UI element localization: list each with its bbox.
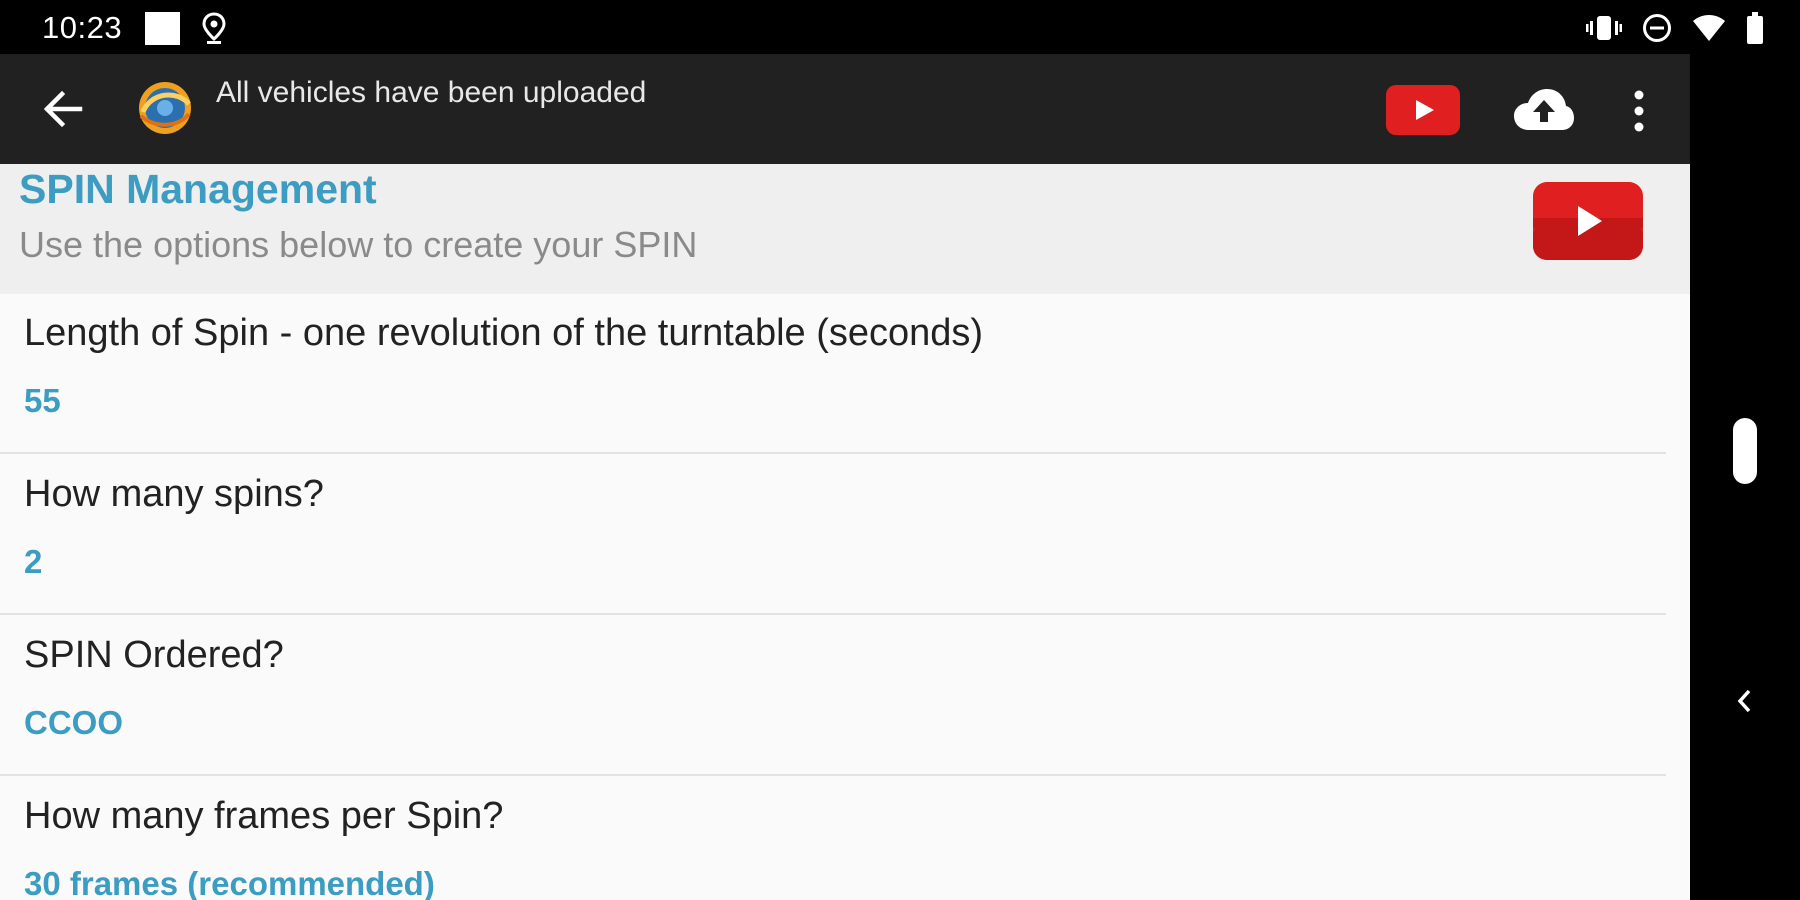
location-pin-icon (202, 12, 226, 44)
android-screen: 10:23 All vehicles have been uploaded SP… (0, 0, 1800, 900)
scrollbar-thumb[interactable] (1733, 418, 1757, 484)
back-arrow-icon[interactable] (38, 84, 88, 134)
vibrate-icon (1586, 16, 1622, 40)
status-icons (1586, 11, 1764, 45)
pref-value: 30 frames (recommended) (24, 865, 435, 900)
pref-title: How many spins? (24, 473, 324, 515)
divider (0, 774, 1666, 776)
pref-title: How many frames per Spin? (24, 795, 504, 837)
app-bar-title: All vehicles have been uploaded (216, 76, 647, 109)
pref-value: 55 (24, 382, 61, 419)
do-not-disturb-icon (1643, 14, 1671, 42)
notification-square-icon (145, 12, 180, 45)
divider (0, 613, 1666, 615)
more-vert-icon[interactable] (1624, 88, 1654, 134)
pref-spin-count[interactable]: How many spins? 2 (0, 455, 1690, 615)
pref-frames-per-spin[interactable]: How many frames per Spin? 30 frames (rec… (0, 777, 1690, 900)
pref-title: Length of Spin - one revolution of the t… (24, 312, 984, 354)
page-subtitle: Use the options below to create your SPI… (19, 224, 698, 265)
app-logo (139, 82, 191, 134)
divider (0, 452, 1666, 454)
app-bar: All vehicles have been uploaded (0, 54, 1690, 164)
pref-spin-ordered[interactable]: SPIN Ordered? CCOO (0, 616, 1690, 776)
pref-value: CCOO (24, 704, 123, 741)
youtube-icon[interactable] (1386, 85, 1460, 135)
wifi-icon (1693, 15, 1725, 41)
pref-value: 2 (24, 543, 43, 580)
settings-content: SPIN Management Use the options below to… (0, 164, 1690, 900)
cloud-upload-icon[interactable] (1513, 88, 1575, 134)
battery-icon (1747, 12, 1763, 44)
youtube-icon[interactable] (1533, 182, 1643, 260)
chevron-left-icon[interactable] (1733, 683, 1757, 719)
page-title: SPIN Management (19, 166, 377, 212)
status-time: 10:23 (42, 10, 123, 45)
pref-spin-length[interactable]: Length of Spin - one revolution of the t… (0, 294, 1690, 454)
pref-title: SPIN Ordered? (24, 634, 284, 676)
status-bar: 10:23 (0, 0, 1800, 54)
spin-management-header: SPIN Management Use the options below to… (0, 164, 1690, 294)
